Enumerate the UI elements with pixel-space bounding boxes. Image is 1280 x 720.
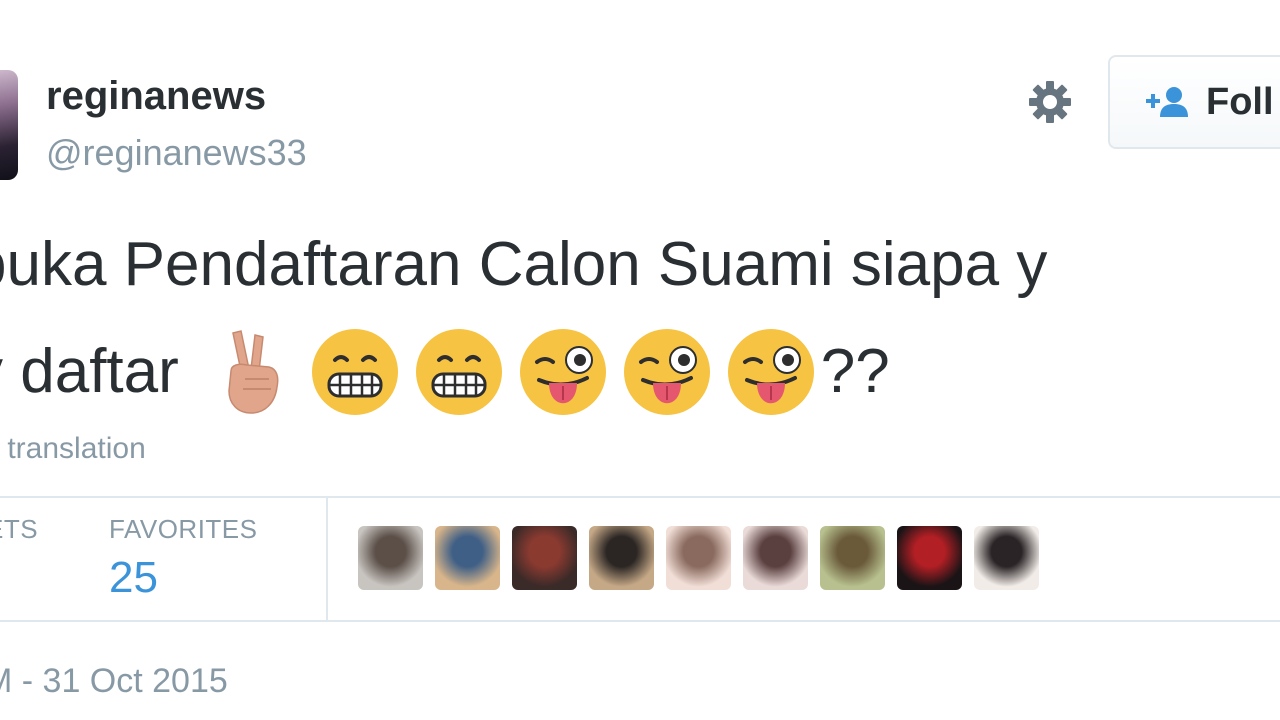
favoriter-avatar[interactable]: [435, 526, 500, 590]
retweets-label[interactable]: ETS: [0, 514, 38, 545]
favoriter-avatar[interactable]: [358, 526, 423, 590]
stats-divider-top: [0, 496, 1280, 498]
tweet-text-line-2: y daftar: [0, 328, 890, 416]
grinning-face-emoji-icon: [311, 329, 398, 415]
winking-tongue-face-emoji-icon: [727, 329, 814, 415]
tweet-text-fragment: y daftar: [0, 337, 179, 406]
tweet-text-line-1: buka Pendaftaran Calon Suami siapa y: [0, 230, 1048, 299]
favoriter-avatar[interactable]: [666, 526, 731, 590]
follow-label: Foll: [1206, 80, 1274, 123]
stats-divider-bottom: [0, 620, 1280, 622]
favoriter-avatar[interactable]: [743, 526, 808, 590]
favorites-label[interactable]: FAVORITES: [109, 514, 258, 545]
favorites-count[interactable]: 25: [109, 553, 158, 603]
display-name[interactable]: reginanews: [46, 74, 266, 119]
add-user-icon: [1146, 87, 1188, 117]
tweet-text-suffix: ??: [820, 337, 890, 406]
grinning-face-emoji-icon: [415, 329, 502, 415]
victory-hand-emoji-icon: [228, 330, 279, 414]
winking-tongue-face-emoji-icon: [519, 329, 606, 415]
favoriter-avatar[interactable]: [974, 526, 1039, 590]
favoriter-avatar[interactable]: [512, 526, 577, 590]
gear-icon[interactable]: [1026, 78, 1074, 126]
winking-tongue-face-emoji-icon: [623, 329, 710, 415]
stats-divider-vertical: [326, 497, 328, 620]
tweet-timestamp: M - 31 Oct 2015: [0, 662, 228, 700]
favoriter-avatar[interactable]: [589, 526, 654, 590]
view-translation-link[interactable]: y translation: [0, 432, 146, 466]
follow-button[interactable]: Foll: [1108, 55, 1280, 149]
screen-name[interactable]: @reginanews33: [46, 132, 307, 174]
favoriter-avatars: [358, 526, 1039, 590]
favoriter-avatar[interactable]: [897, 526, 962, 590]
favoriter-avatar[interactable]: [820, 526, 885, 590]
profile-avatar[interactable]: [0, 70, 18, 180]
